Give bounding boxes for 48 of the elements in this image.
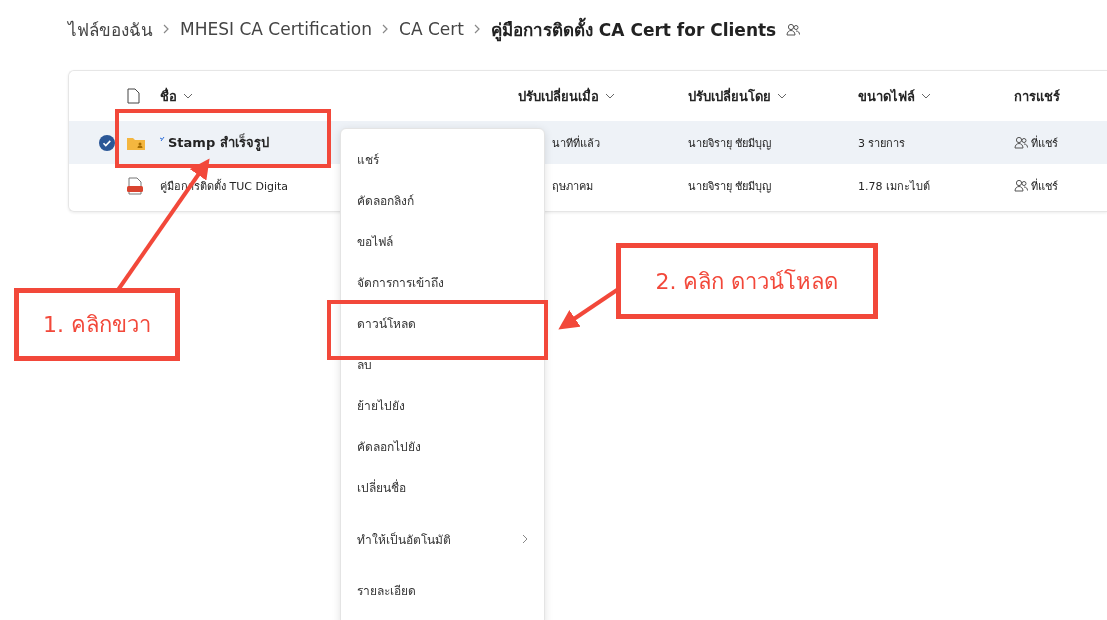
sort-chevron-icon[interactable] [777, 93, 787, 99]
breadcrumb-item[interactable]: MHESI CA Certification [180, 19, 373, 39]
menu-item[interactable]: ขอไฟล์ [341, 221, 544, 262]
sort-chevron-icon[interactable] [921, 93, 931, 99]
sharing-status: ที่แชร์ [1031, 134, 1058, 152]
menu-item[interactable]: ทำให้เป็นอัตโนมัติ [341, 508, 544, 570]
column-header[interactable]: ปรับเปลี่ยนเมื่อ [518, 85, 599, 107]
menu-item[interactable]: จัดการการเข้าถึง [341, 262, 544, 303]
shared-people-icon [1014, 136, 1028, 149]
menu-item[interactable]: ลบ [341, 344, 544, 385]
shared-people-icon [786, 22, 801, 36]
file-name[interactable]: Stamp สำเร็จรูป [168, 132, 269, 153]
chevron-right-icon [522, 534, 528, 544]
sort-chevron-icon[interactable] [183, 93, 193, 99]
annotation-arrow [558, 288, 619, 330]
menu-item[interactable]: ย้ายไปยัง [341, 385, 544, 426]
menu-item[interactable]: คัดลอกลิงก์ [341, 180, 544, 221]
column-header[interactable]: ชื่อ [160, 85, 177, 107]
sharing-status: ที่แชร์ [1031, 177, 1058, 195]
table-cell-text: นายจิรายุ ชัยมีบุญ [688, 178, 773, 195]
breadcrumb-item[interactable]: CA Cert [399, 19, 464, 39]
chevron-right-icon [473, 23, 481, 34]
menu-item[interactable]: รายละเอียด [341, 570, 544, 611]
new-sparkle-icon [160, 136, 166, 142]
breadcrumb-item[interactable]: ไฟล์ของฉัน [68, 15, 153, 43]
chevron-right-icon [382, 23, 390, 34]
shared-people-icon [1014, 179, 1028, 192]
shared-folder-icon [127, 135, 145, 150]
column-header[interactable]: ขนาดไฟล์ [858, 85, 915, 107]
column-header[interactable]: ปรับเปลี่ยนโดย [688, 85, 771, 107]
table-cell-text: นาทีที่แล้ว [551, 134, 601, 152]
pdf-file-icon [127, 176, 143, 195]
menu-item[interactable]: เปลี่ยนชื่อ [341, 467, 544, 508]
menu-item[interactable]: คัดลอกไปยัง [341, 426, 544, 467]
chevron-right-icon [163, 23, 170, 34]
breadcrumb-item[interactable]: คู่มือการติดตั้ง CA Cert for Clients [490, 15, 777, 43]
checked-circle-icon[interactable] [99, 134, 115, 151]
menu-item[interactable]: แชร์ [341, 139, 544, 180]
table-cell-text: ฤษภาคม [551, 178, 594, 195]
menu-item[interactable]: ดาวน์โหลด [341, 303, 544, 344]
table-cell-text: 1.78 เมกะไบต์ [858, 178, 931, 195]
callout-label: 1. คลิกขวา [14, 288, 180, 361]
file-icon [127, 88, 140, 104]
sort-chevron-icon[interactable] [605, 93, 615, 99]
table-cell-text: นายจิรายุ ชัยมีบุญ [688, 135, 773, 152]
table-cell-text: 3 รายการ [858, 135, 907, 152]
column-header[interactable]: การแชร์ [1014, 85, 1060, 107]
callout-label: 2. คลิก ดาวน์โหลด [616, 243, 878, 319]
